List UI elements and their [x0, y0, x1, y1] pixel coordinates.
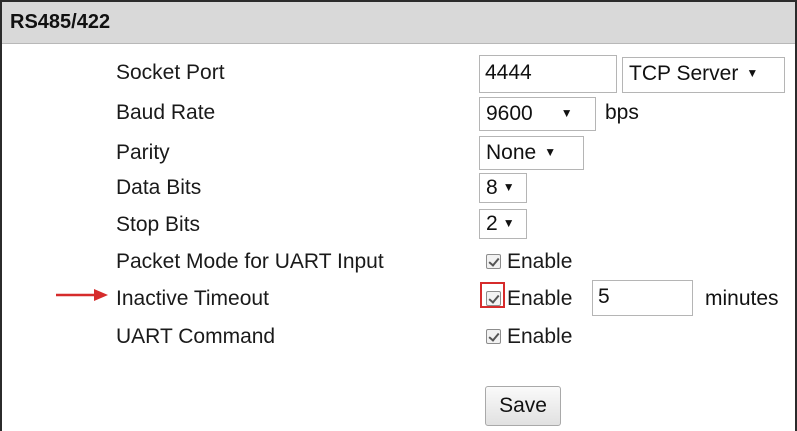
save-button[interactable]: Save	[485, 386, 561, 426]
baud-rate-value: 9600	[486, 102, 533, 125]
chevron-down-icon: ▼	[502, 180, 515, 194]
parity-label: Parity	[116, 141, 170, 164]
data-bits-select[interactable]: 8 ▼	[479, 173, 527, 203]
panel-title: RS485/422	[10, 11, 111, 33]
stop-bits-value: 2	[486, 212, 498, 235]
packet-mode-enable-label: Enable	[507, 250, 573, 273]
packet-mode-label: Packet Mode for UART Input	[116, 250, 384, 273]
inactive-timeout-unit: minutes	[705, 287, 779, 310]
chevron-down-icon: ▼	[560, 106, 573, 120]
packet-mode-row: Enable	[486, 250, 572, 274]
arrow-right-icon	[56, 289, 108, 301]
chevron-down-icon: ▼	[502, 216, 515, 230]
chevron-down-icon: ▼	[746, 66, 759, 80]
baud-rate-select[interactable]: 9600 ▼	[479, 97, 596, 131]
baud-rate-label: Baud Rate	[116, 101, 216, 124]
panel-header: RS485/422	[2, 2, 795, 44]
data-bits-label: Data Bits	[116, 176, 202, 199]
socket-mode-select[interactable]: TCP Server ▼	[622, 57, 785, 93]
uart-command-checkbox[interactable]	[486, 329, 501, 344]
stop-bits-select[interactable]: 2 ▼	[479, 209, 527, 239]
data-bits-value: 8	[486, 176, 498, 199]
uart-command-enable-label: Enable	[507, 325, 573, 348]
stop-bits-label: Stop Bits	[116, 213, 201, 236]
socket-port-input[interactable]: 4444	[479, 55, 617, 93]
inactive-timeout-row: Enable	[486, 287, 572, 311]
parity-value: None	[486, 141, 537, 164]
packet-mode-checkbox[interactable]	[486, 254, 501, 269]
baud-rate-unit: bps	[605, 101, 639, 124]
socket-mode-value: TCP Server	[629, 62, 739, 85]
inactive-timeout-enable-label: Enable	[507, 287, 573, 310]
socket-port-label: Socket Port	[116, 61, 225, 84]
uart-command-label: UART Command	[116, 325, 276, 348]
parity-select[interactable]: None ▼	[479, 136, 584, 170]
inactive-timeout-checkbox[interactable]	[486, 291, 501, 306]
inactive-timeout-input[interactable]: 5	[592, 280, 693, 316]
uart-command-row: Enable	[486, 325, 572, 349]
chevron-down-icon: ▼	[544, 145, 557, 159]
inactive-timeout-label: Inactive Timeout	[116, 287, 269, 310]
